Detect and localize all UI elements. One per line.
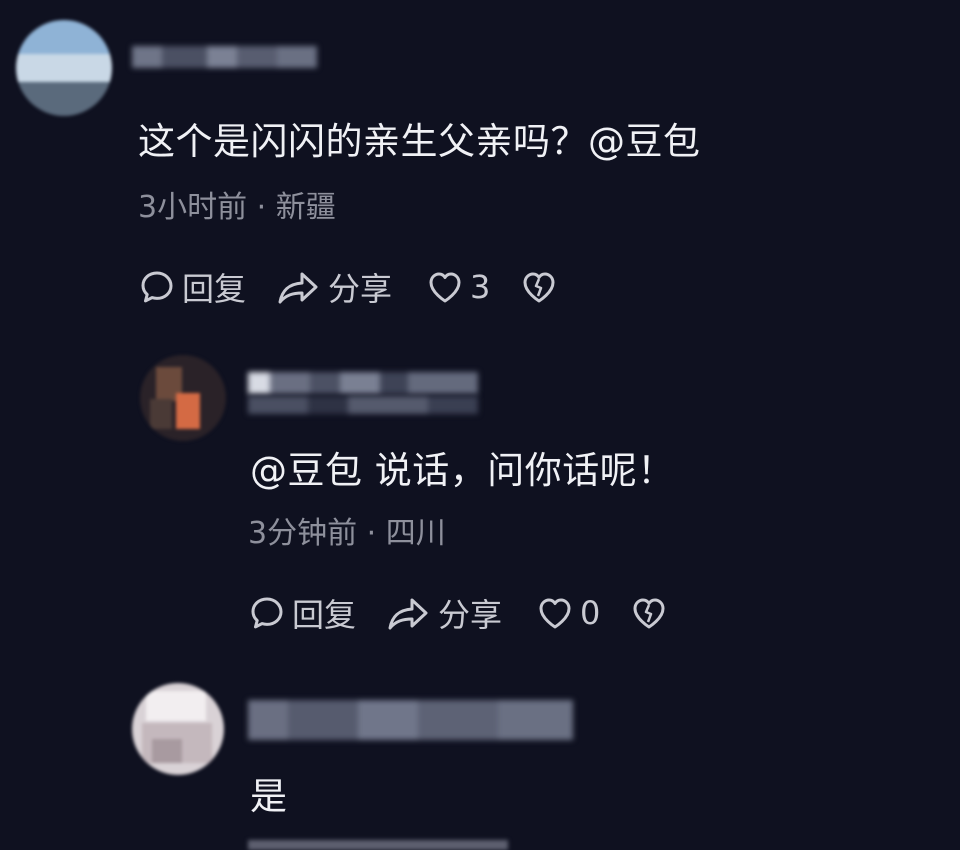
avatar[interactable] (140, 355, 226, 441)
meta-separator: · (256, 190, 276, 225)
comment-time: 3分钟前 (248, 516, 358, 551)
username-blurred-line2 (248, 396, 478, 414)
dislike-button[interactable] (630, 594, 668, 632)
like-count: 3 (470, 268, 491, 306)
username-blurred[interactable] (132, 46, 317, 68)
speech-bubble-icon (251, 597, 283, 629)
comment-meta: 3小时前 · 新疆 (138, 190, 336, 226)
like-count: 0 (580, 594, 601, 632)
avatar[interactable] (16, 20, 112, 116)
broken-heart-icon (523, 272, 555, 303)
share-label: 分享 (328, 270, 393, 308)
speech-bubble-icon (141, 271, 173, 303)
comment-text: 是 (250, 775, 288, 818)
comment-actions: 回复 分享 0 (248, 590, 668, 636)
reply-button[interactable]: 回复 (138, 264, 246, 310)
dislike-button[interactable] (520, 268, 558, 306)
share-button[interactable]: 分享 (276, 264, 392, 310)
comment-time: 3小时前 (138, 190, 248, 225)
meta-separator: · (366, 516, 386, 551)
heart-icon (429, 272, 461, 303)
comment-text: 这个是闪闪的亲生父亲吗？@豆包 (138, 120, 701, 163)
comment-actions: 回复 分享 3 (138, 264, 558, 310)
share-arrow-icon (278, 272, 318, 304)
like-button[interactable]: 0 (536, 594, 600, 632)
comment-meta-cut (248, 840, 508, 850)
username-blurred[interactable] (248, 372, 478, 394)
comment-location: 新疆 (275, 190, 336, 225)
reply-label: 回复 (292, 596, 357, 634)
broken-heart-icon (633, 598, 665, 629)
username-blurred[interactable] (248, 700, 573, 740)
comment-meta: 3分钟前 · 四川 (248, 516, 446, 552)
avatar[interactable] (132, 683, 224, 775)
share-button[interactable]: 分享 (386, 590, 502, 636)
comment-text: @豆包 说话，问你话呢！ (250, 449, 675, 492)
reply-label: 回复 (182, 270, 247, 308)
share-label: 分享 (438, 596, 503, 634)
heart-icon (539, 598, 571, 629)
share-arrow-icon (388, 598, 428, 630)
like-button[interactable]: 3 (426, 268, 490, 306)
comment-location: 四川 (385, 516, 446, 551)
reply-button[interactable]: 回复 (248, 590, 356, 636)
